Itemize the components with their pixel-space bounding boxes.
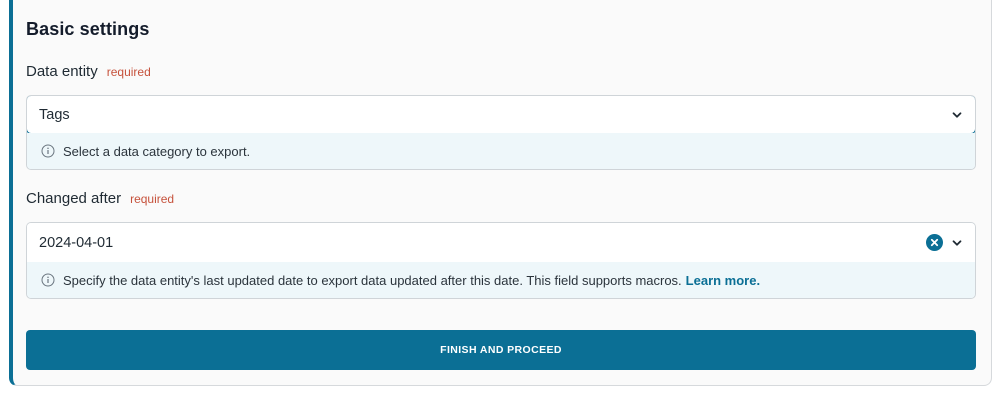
changed-after-field: 2024-04-01 Specify the data entity's las…: [26, 222, 976, 299]
data-entity-field: Tags Select a data category to export.: [26, 95, 976, 170]
data-entity-select[interactable]: Tags: [27, 96, 975, 134]
changed-after-label: Changed after: [26, 190, 122, 207]
info-icon: [41, 273, 55, 287]
changed-after-help: Specify the data entity's last updated d…: [27, 262, 975, 298]
data-entity-help-text: Select a data category to export.: [63, 143, 251, 159]
section-title: Basic settings: [26, 19, 150, 39]
data-entity-value: Tags: [39, 106, 70, 123]
changed-after-input[interactable]: 2024-04-01: [27, 223, 975, 262]
changed-after-required-badge: required: [130, 192, 175, 206]
info-icon: [41, 144, 55, 158]
chevron-down-icon[interactable]: [951, 109, 963, 121]
learn-more-link[interactable]: Learn more.: [686, 273, 760, 288]
data-entity-label: Data entity: [26, 63, 98, 80]
clear-icon[interactable]: [926, 234, 943, 251]
data-entity-help: Select a data category to export.: [27, 133, 975, 169]
changed-after-value: 2024-04-01: [39, 234, 114, 251]
changed-after-label-row: Changed after required: [26, 190, 174, 207]
changed-after-help-text: Specify the data entity's last updated d…: [63, 272, 682, 288]
data-entity-label-row: Data entity required: [26, 63, 151, 80]
chevron-down-icon[interactable]: [951, 237, 963, 249]
data-entity-required-badge: required: [106, 65, 151, 79]
finish-and-proceed-button[interactable]: FINISH AND PROCEED: [26, 330, 976, 370]
